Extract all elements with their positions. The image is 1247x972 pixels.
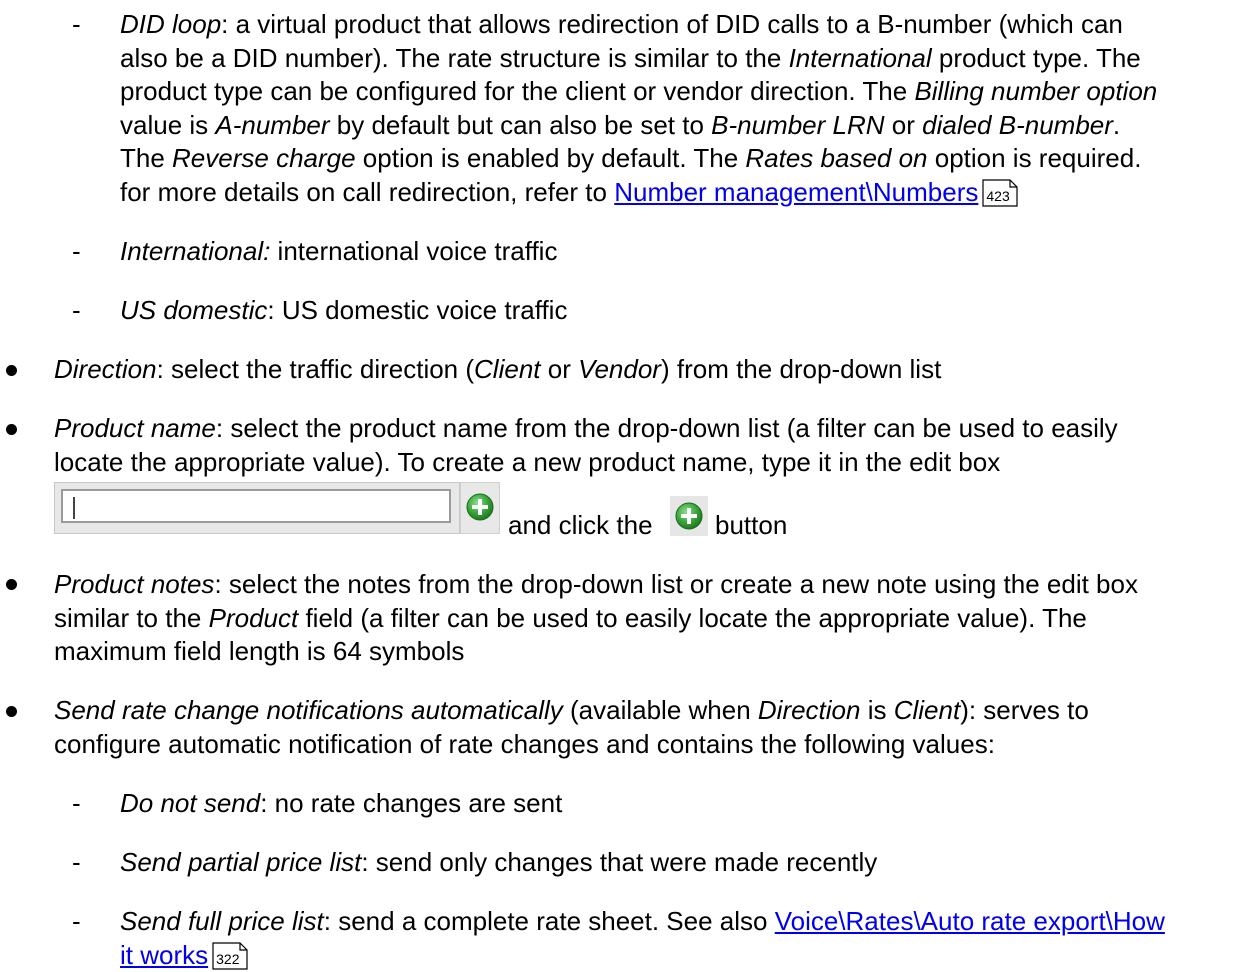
international-item: International: international voice traff…	[120, 236, 558, 266]
text-caret	[73, 497, 75, 519]
us-domestic-term: US domestic	[120, 295, 268, 325]
send-rate-term: Send rate change notifications automatic…	[54, 695, 563, 725]
bullet-marker	[6, 365, 17, 376]
dash-marker: -	[72, 236, 81, 266]
dash-marker: -	[72, 9, 81, 39]
auto-rate-export-link-continued[interactable]: it works	[120, 940, 208, 970]
dash-marker: -	[72, 906, 81, 936]
bullet-marker	[6, 424, 17, 435]
send-rate-item: Send rate change notifications automatic…	[54, 695, 1089, 759]
send-partial-term: Send partial price list	[120, 847, 362, 877]
dash-marker: -	[72, 847, 81, 877]
add-button-illustration[interactable]	[460, 482, 500, 534]
product-notes-item: Product notes: select the notes from the…	[54, 569, 1138, 667]
add-button[interactable]	[670, 496, 708, 536]
document-page: - DID loop: a virtual product that allow…	[0, 0, 1247, 970]
us-domestic-item: US domestic: US domestic voice traffic	[120, 295, 568, 325]
page-reference-icon[interactable]: 423	[982, 179, 1018, 207]
product-name-item: Product name: select the product name fr…	[54, 413, 1118, 477]
button-word-text: button	[715, 510, 788, 540]
direction-item: Direction: select the traffic direction …	[54, 354, 942, 384]
edit-field[interactable]	[61, 489, 451, 523]
send-full-item: Send full price list: send a complete ra…	[120, 906, 1165, 970]
did-loop-term: DID loop	[120, 9, 222, 39]
page-reference-number: 322	[216, 950, 240, 967]
and-click-text: and click the	[508, 510, 653, 540]
product-name-edit-box[interactable]	[54, 482, 460, 534]
did-loop-item: DID loop: a virtual product that allows …	[120, 9, 1158, 207]
international-term: International:	[120, 236, 271, 266]
auto-rate-export-link[interactable]: Voice\Rates\Auto rate export\How	[775, 906, 1165, 936]
page-reference-number: 423	[986, 187, 1010, 204]
do-not-send-term: Do not send	[120, 788, 261, 818]
green-plus-circle-icon	[466, 493, 494, 521]
send-full-term: Send full price list	[120, 906, 324, 936]
page-reference-icon[interactable]: 322	[212, 941, 248, 970]
bullet-marker	[6, 579, 17, 590]
direction-term: Direction	[54, 354, 157, 384]
dash-marker: -	[72, 295, 81, 325]
send-partial-item: Send partial price list: send only chang…	[120, 847, 878, 877]
dash-marker: -	[72, 788, 81, 818]
do-not-send-item: Do not send: no rate changes are sent	[120, 788, 563, 818]
product-name-term: Product name	[54, 413, 216, 443]
bullet-marker	[6, 706, 17, 717]
product-notes-term: Product notes	[54, 569, 215, 599]
green-plus-circle-icon	[675, 502, 703, 530]
number-management-link[interactable]: Number management\Numbers	[614, 177, 978, 207]
